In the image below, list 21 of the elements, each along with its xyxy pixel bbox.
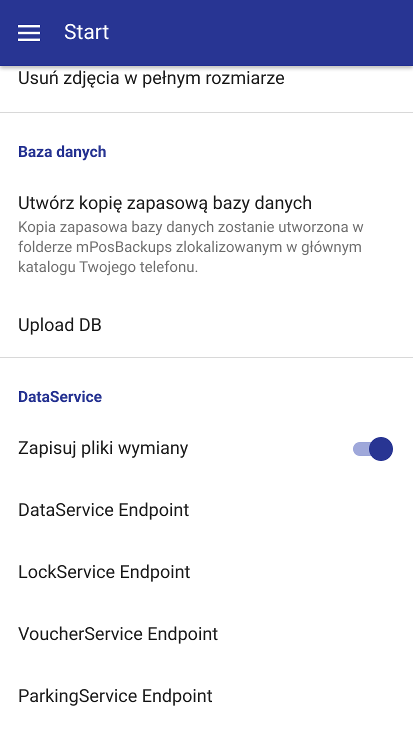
category-header: Baza danych [17,142,108,163]
preference-item[interactable]: Zapisuj pliki wymiany [0,418,413,480]
preference-title: Upload DB [18,314,103,338]
menu-icon[interactable] [18,25,40,41]
preference-title: Zapisuj pliki wymiany [18,437,190,461]
preference-item[interactable]: Usuń zdjęcia w pełnym rozmiarze [0,66,413,112]
app-bar-title: Start [64,21,110,45]
preference-item[interactable]: DataService Endpoint [0,480,413,542]
preference-title: ParkingService Endpoint [18,685,214,709]
preference-title: Usuń zdjęcia w pełnym rozmiarze [18,67,286,91]
preference-item[interactable]: VoucherService Endpoint [0,604,413,666]
preference-title: DataService Endpoint [18,499,190,523]
preference-title: Utwórz kopię zapasową bazy danych [18,192,314,216]
preference-title: LockService Endpoint [18,561,192,585]
category-header: DataService [17,387,104,408]
preference-item[interactable]: Utwórz kopię zapasową bazy danych Kopia zapasowa bazy danych zostanie utworzona w folderze mPosBackups zlokalizowanym w głównym katalogu Twojego telefonu. [0,173,413,295]
preference-summary: Kopia zapasowa bazy danych zostanie utworzona w folderze mPosBackups zlokalizowanym w głównym katalogu Twojego telefonu. [18,217,365,277]
preference-title: VoucherService Endpoint [18,623,220,647]
preference-item[interactable]: Upload DB [0,295,413,357]
preference-item[interactable]: LockService Endpoint [0,542,413,604]
preference-item[interactable]: ParkingService Endpoint [0,666,413,728]
